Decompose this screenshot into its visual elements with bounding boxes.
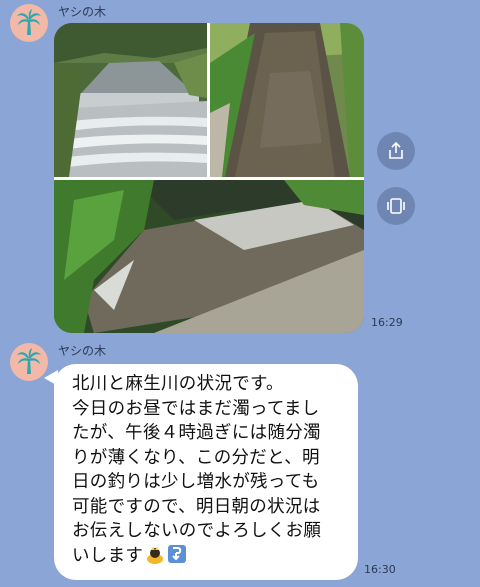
album-icon bbox=[387, 198, 405, 214]
river-photo-image bbox=[54, 23, 207, 177]
river-photo-image bbox=[210, 23, 364, 177]
message-line: りが薄くなり、この分だと、明 bbox=[72, 447, 320, 468]
photo-album[interactable] bbox=[54, 23, 364, 333]
avatar[interactable] bbox=[10, 343, 48, 381]
sender-name: ヤシの木 bbox=[58, 5, 107, 19]
palm-tree-icon bbox=[17, 9, 41, 35]
album-button[interactable] bbox=[377, 187, 415, 225]
share-icon bbox=[389, 141, 403, 159]
avatar[interactable] bbox=[10, 4, 48, 42]
palm-tree-icon bbox=[17, 348, 41, 374]
river-photo-image bbox=[54, 180, 364, 333]
photo-channel[interactable] bbox=[210, 23, 364, 177]
photo-weir[interactable] bbox=[54, 23, 207, 177]
photo-river[interactable] bbox=[54, 180, 364, 333]
person-bowing-emoji bbox=[145, 544, 165, 572]
message-line: 北川と麻生川の状況です。 bbox=[72, 374, 284, 394]
message-line: 日の釣りは少し増水が残っても bbox=[72, 472, 320, 492]
message-line: お伝えしないのでよろしくお願 bbox=[72, 521, 322, 541]
message-line: たが、午後４時過ぎには随分濁 bbox=[72, 423, 321, 443]
message-line-text: いします bbox=[72, 545, 144, 566]
timestamp: 16:29 bbox=[371, 316, 403, 329]
sender-name: ヤシの木 bbox=[58, 344, 107, 358]
share-button[interactable] bbox=[377, 132, 415, 170]
message-line: 今日のお昼ではまだ濁ってまし bbox=[72, 398, 320, 419]
timestamp: 16:30 bbox=[364, 563, 396, 576]
down-arrow-emoji bbox=[167, 544, 187, 572]
message-line: 可能ですので、明日朝の状況は bbox=[72, 496, 321, 517]
message-bubble[interactable]: 北川と麻生川の状況です。 今日のお昼ではまだ濁ってまし たが、午後４時過ぎには随… bbox=[54, 364, 358, 580]
message-line-last: いします bbox=[72, 544, 346, 572]
